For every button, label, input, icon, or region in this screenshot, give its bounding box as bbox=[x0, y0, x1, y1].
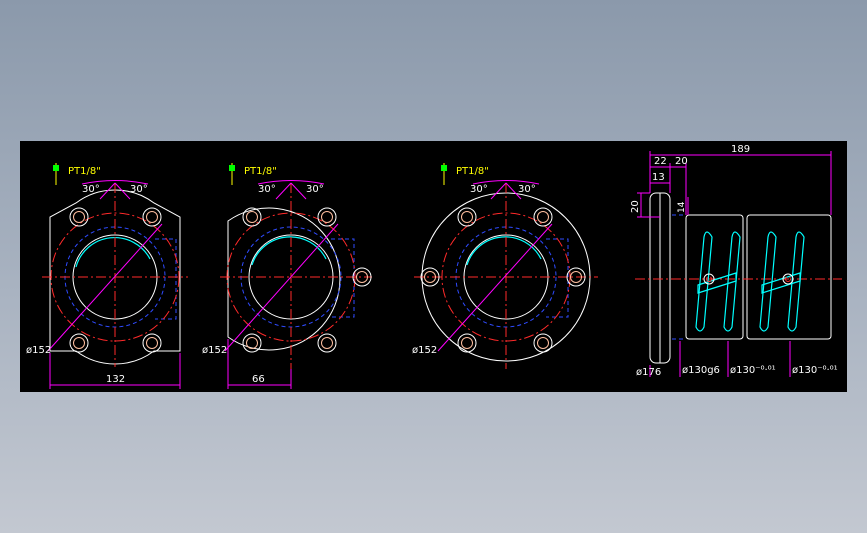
angle-label-left: 30° bbox=[82, 184, 100, 195]
diameter-leader bbox=[47, 223, 163, 352]
bolt-hole bbox=[142, 333, 162, 353]
width-dim-label: 132 bbox=[106, 374, 125, 385]
flange-diameter-label: ø176 bbox=[636, 367, 661, 378]
body-diameter-3-label: ø130⁻⁰·⁰¹ bbox=[792, 365, 838, 376]
thread-marker bbox=[441, 165, 447, 171]
bolt-hole bbox=[317, 207, 337, 227]
angle-ray bbox=[275, 182, 292, 200]
oil-groove bbox=[695, 231, 741, 332]
oil-groove bbox=[759, 231, 805, 332]
front-view-left: PT1/8" 30° 30° ø152 132 bbox=[26, 163, 188, 389]
offset-dim-label: 14 bbox=[677, 201, 687, 213]
angle-label-left: 30° bbox=[258, 184, 276, 195]
flange-dim-a-label: 22 bbox=[654, 156, 667, 167]
height-dim-label: 20 bbox=[630, 200, 641, 213]
diameter-leader bbox=[437, 223, 553, 352]
bore-section-arc bbox=[251, 236, 327, 266]
cad-drawing: .ol { fill: none; stroke: #ffffff; strok… bbox=[26, 144, 842, 389]
diameter-label: ø152 bbox=[202, 345, 227, 356]
angle-ray bbox=[290, 182, 307, 200]
front-view-middle: PT1/8" 30° 30° ø152 66 bbox=[202, 163, 372, 389]
bolt-hole bbox=[457, 333, 477, 353]
flange-dim-c-label: 13 bbox=[652, 172, 665, 183]
bolt-hole bbox=[317, 333, 337, 353]
thread-label: PT1/8" bbox=[456, 166, 489, 177]
bolt-hole bbox=[242, 333, 262, 353]
overall-length-label: 189 bbox=[731, 144, 750, 155]
body-diameter-1-label: ø130g6 bbox=[682, 365, 720, 376]
diameter-leader bbox=[224, 223, 339, 352]
angle-label-right: 30° bbox=[518, 184, 536, 195]
bolt-hole bbox=[242, 207, 262, 227]
hidden-channel bbox=[155, 238, 177, 320]
thread-label: PT1/8" bbox=[68, 166, 101, 177]
cad-drawing-viewport[interactable]: .ol { fill: none; stroke: #ffffff; strok… bbox=[20, 141, 847, 392]
angle-label-right: 30° bbox=[306, 184, 324, 195]
bolt-hole bbox=[142, 207, 162, 227]
half-dim-label: 66 bbox=[252, 374, 265, 385]
bolt-hole bbox=[533, 207, 553, 227]
thread-marker bbox=[229, 165, 235, 171]
diameter-label: ø152 bbox=[412, 345, 437, 356]
front-view-right: PT1/8" 30° 30° ø152 bbox=[412, 163, 598, 369]
angle-label-right: 30° bbox=[130, 184, 148, 195]
flange-dim-b-label: 20 bbox=[675, 156, 688, 167]
bolt-hole bbox=[533, 333, 553, 353]
angle-label-left: 30° bbox=[470, 184, 488, 195]
bore-section-arc bbox=[466, 236, 542, 266]
bolt-hole bbox=[69, 333, 89, 353]
body-segment-1 bbox=[685, 214, 744, 340]
angle-ray bbox=[490, 182, 507, 200]
thread-label: PT1/8" bbox=[244, 166, 277, 177]
side-view: 189 22 20 13 20 14 ø176 ø130g6 ø130⁻⁰·⁰¹… bbox=[630, 144, 842, 378]
body-diameter-2-label: ø130⁻⁰·⁰¹ bbox=[730, 365, 776, 376]
thread-marker bbox=[53, 165, 59, 171]
bolt-hole bbox=[69, 207, 89, 227]
diameter-label: ø152 bbox=[26, 345, 51, 356]
bolt-hole bbox=[457, 207, 477, 227]
